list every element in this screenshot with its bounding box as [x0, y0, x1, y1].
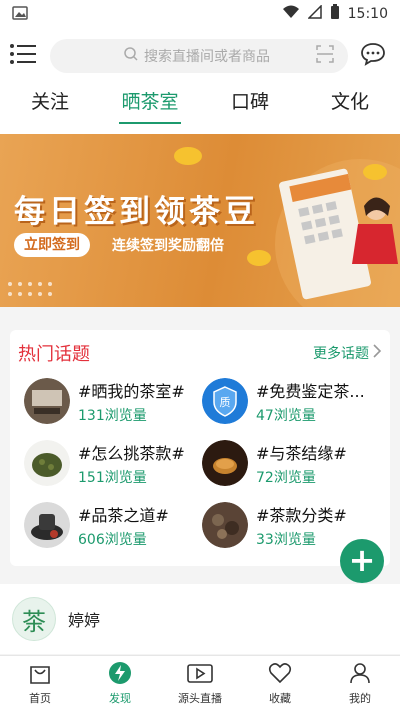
nav-home[interactable]: 首页	[0, 656, 80, 711]
tab-reviews[interactable]: 口碑	[200, 84, 300, 134]
bag-icon	[27, 661, 53, 688]
topic-name: #品茶之道#	[78, 505, 169, 525]
topic-avatar	[24, 440, 70, 486]
heart-icon	[267, 661, 293, 688]
topic-avatar: 质	[202, 378, 248, 424]
topic-views: 131浏览量	[78, 407, 147, 424]
tab-follow[interactable]: 关注	[0, 84, 100, 134]
tab-tea-room[interactable]: 晒茶室	[100, 84, 200, 134]
topic-name: #茶款分类#	[256, 505, 347, 525]
video-icon	[186, 661, 214, 688]
topic-avatar	[24, 502, 70, 548]
nav-home-label: 首页	[29, 692, 51, 705]
checkin-banner[interactable]: 每日签到领茶豆 立即签到 连续签到奖励翻倍	[0, 134, 400, 307]
topic-item[interactable]: #与茶结缘# 72浏览量	[202, 438, 380, 488]
nav-discover[interactable]: 发现	[80, 656, 160, 711]
topic-views: 47浏览量	[256, 407, 316, 424]
plus-icon: +	[348, 541, 376, 579]
tab-culture[interactable]: 文化	[300, 84, 400, 134]
hot-topics-card: 热门话题 更多话题 #晒我的茶室# 131浏览量 质 #免费鉴定茶... 47浏览量…	[10, 330, 390, 566]
topic-item[interactable]: 质 #免费鉴定茶... 47浏览量	[202, 376, 380, 426]
nav-live[interactable]: 源头直播	[160, 656, 240, 711]
banner-subline: 连续签到奖励翻倍	[112, 238, 224, 254]
more-topics-label: 更多话题	[313, 346, 369, 362]
nav-favorites[interactable]: 收藏	[240, 656, 320, 711]
nav-discover-label: 发现	[109, 692, 131, 705]
topic-item[interactable]: #晒我的茶室# 131浏览量	[24, 376, 202, 426]
topic-name: #晒我的茶室#	[78, 381, 185, 401]
user-post-header[interactable]: 茶 婷婷	[0, 584, 400, 654]
chevron-right-icon	[372, 343, 382, 363]
topic-item[interactable]: #品茶之道# 606浏览量	[24, 500, 202, 550]
menu-icon[interactable]	[10, 44, 36, 68]
checkin-button[interactable]: 立即签到	[14, 233, 90, 257]
message-icon[interactable]	[360, 42, 386, 70]
signal-icon	[306, 4, 322, 23]
wifi-icon	[282, 5, 300, 23]
image-icon	[12, 5, 282, 24]
user-name: 婷婷	[68, 611, 101, 630]
nav-live-label: 源头直播	[178, 692, 222, 705]
topic-item[interactable]: #怎么挑茶款# 151浏览量	[24, 438, 202, 488]
topic-views: 72浏览量	[256, 469, 316, 486]
status-time: 15:10	[347, 6, 388, 22]
tab-bar: 关注 晒茶室 口碑 文化	[0, 84, 400, 134]
svg-text:质: 质	[220, 396, 231, 409]
person-icon	[347, 661, 373, 688]
battery-icon	[330, 4, 340, 24]
nav-profile[interactable]: 我的	[320, 656, 400, 711]
topic-name: #与茶结缘#	[256, 443, 347, 463]
nav-profile-label: 我的	[349, 692, 371, 705]
topic-views: 606浏览量	[78, 531, 147, 548]
topic-name: #怎么挑茶款#	[78, 443, 185, 463]
topic-name: #免费鉴定茶...	[256, 381, 365, 401]
scan-icon[interactable]	[316, 45, 334, 67]
topic-avatar	[202, 440, 248, 486]
add-post-button[interactable]: +	[340, 539, 384, 583]
top-bar: 搜索直播间或者商品	[0, 28, 400, 84]
topic-avatar	[202, 502, 248, 548]
search-bar[interactable]: 搜索直播间或者商品	[50, 39, 348, 73]
hot-topics-title: 热门话题	[18, 344, 90, 365]
bottom-navigation: 首页 发现 源头直播 收藏 我的	[0, 655, 400, 711]
topic-views: 151浏览量	[78, 469, 147, 486]
more-topics-link[interactable]: 更多话题	[313, 343, 382, 363]
user-avatar: 茶	[12, 597, 56, 641]
nav-favorites-label: 收藏	[269, 692, 291, 705]
status-bar: 15:10	[0, 0, 400, 28]
search-icon	[124, 47, 138, 65]
banner-title: 每日签到领茶豆	[14, 194, 259, 230]
search-placeholder: 搜索直播间或者商品	[144, 49, 270, 65]
lightning-icon	[107, 661, 133, 688]
topic-avatar	[24, 378, 70, 424]
